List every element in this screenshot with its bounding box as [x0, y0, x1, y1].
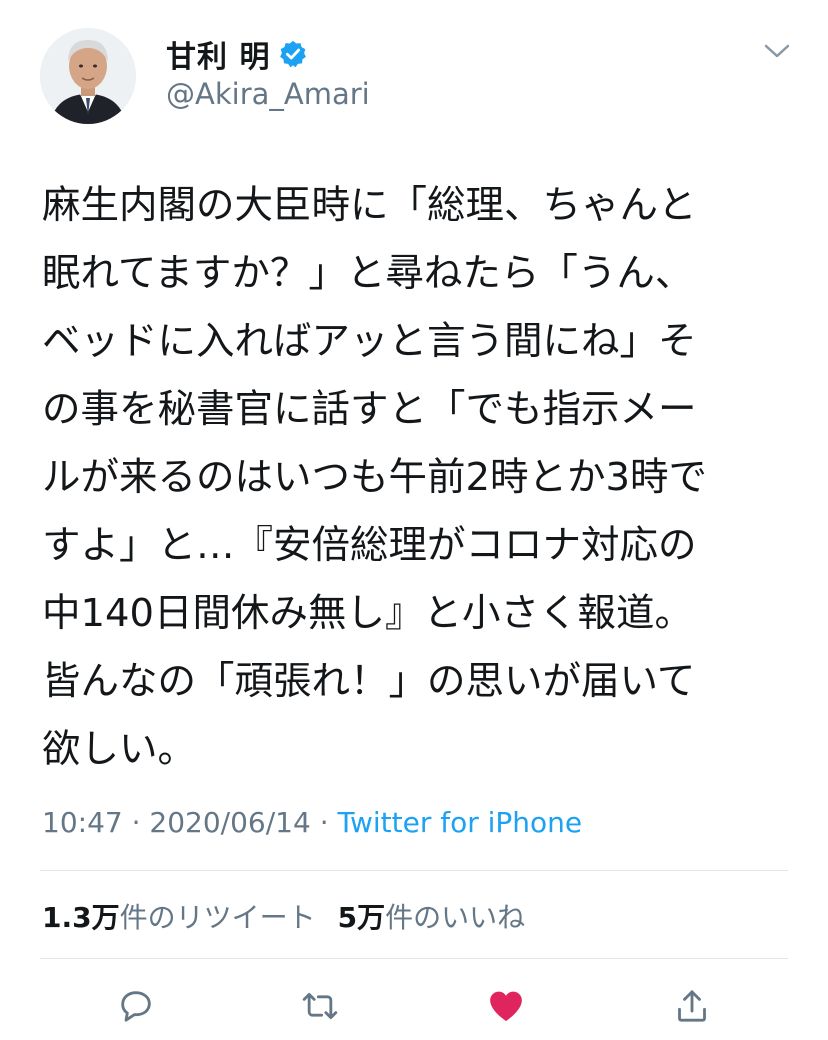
- tweet-line: ベッドに入ればアッと言う間にね」そ: [42, 319, 697, 364]
- tweet-stats: 1.3万件のリツイート 5万件のいいね: [42, 896, 525, 936]
- tweet-text: 麻生内閣の大臣時に「総理、ちゃんと 眠れてますか？」と尋ねたら「うん、 ベッドに…: [42, 172, 802, 784]
- tweet-line: ルが来るのはいつも午前2時とか3時で: [42, 455, 707, 500]
- like-count-label: 件のいいね: [385, 901, 526, 934]
- tweet-line: 欲しい。: [42, 727, 197, 772]
- retweet-count-value: 1.3万: [42, 901, 120, 934]
- retweet-icon: [302, 992, 338, 1020]
- verified-badge-icon: [278, 39, 308, 69]
- tweet-actions: [0, 980, 828, 1036]
- display-name[interactable]: 甘利 明: [166, 32, 270, 76]
- like-button[interactable]: [484, 984, 528, 1028]
- retweet-button[interactable]: [298, 984, 342, 1028]
- tweet-line: すよ」と…『安倍総理がコロナ対応の: [42, 523, 697, 568]
- heart-icon: [490, 991, 522, 1021]
- tweet-meta: 10:47 · 2020/06/14 · Twitter for iPhone: [42, 806, 582, 839]
- avatar[interactable]: [40, 28, 136, 124]
- user-handle[interactable]: @Akira_Amari: [166, 77, 370, 111]
- tweet-time[interactable]: 10:47: [42, 806, 123, 839]
- share-icon: [678, 990, 706, 1022]
- retweet-count-label: 件のリツイート: [119, 901, 316, 934]
- tweet-date[interactable]: 2020/06/14: [149, 806, 310, 839]
- avatar-image: [40, 28, 136, 124]
- like-count-value: 5万: [337, 901, 386, 934]
- reply-button[interactable]: [114, 984, 158, 1028]
- chevron-down-icon[interactable]: [760, 38, 794, 64]
- tweet-source-link[interactable]: Twitter for iPhone: [338, 806, 583, 839]
- meta-separator: ·: [310, 806, 338, 839]
- name-row: 甘利 明: [166, 32, 308, 76]
- tweet-line: の事を秘書官に話すと「でも指示メー: [42, 387, 697, 432]
- tweet-line: 中140日間休み無し』と小さく報道。: [42, 591, 693, 636]
- divider: [40, 870, 788, 871]
- tweet-line: 麻生内閣の大臣時に「総理、ちゃんと: [42, 183, 697, 228]
- tweet-line: 眠れてますか？」と尋ねたら「うん、: [42, 251, 694, 296]
- divider: [40, 958, 788, 959]
- tweet-line: 皆んなの「頑張れ！」の思いが届いて: [42, 659, 696, 704]
- retweet-count[interactable]: 1.3万件のリツイート: [42, 896, 316, 936]
- reply-icon: [121, 991, 151, 1022]
- like-count[interactable]: 5万件のいいね: [338, 896, 526, 936]
- tweet-header: 甘利 明 @Akira_Amari: [0, 0, 828, 150]
- meta-separator: ·: [122, 806, 150, 839]
- share-button[interactable]: [670, 984, 714, 1028]
